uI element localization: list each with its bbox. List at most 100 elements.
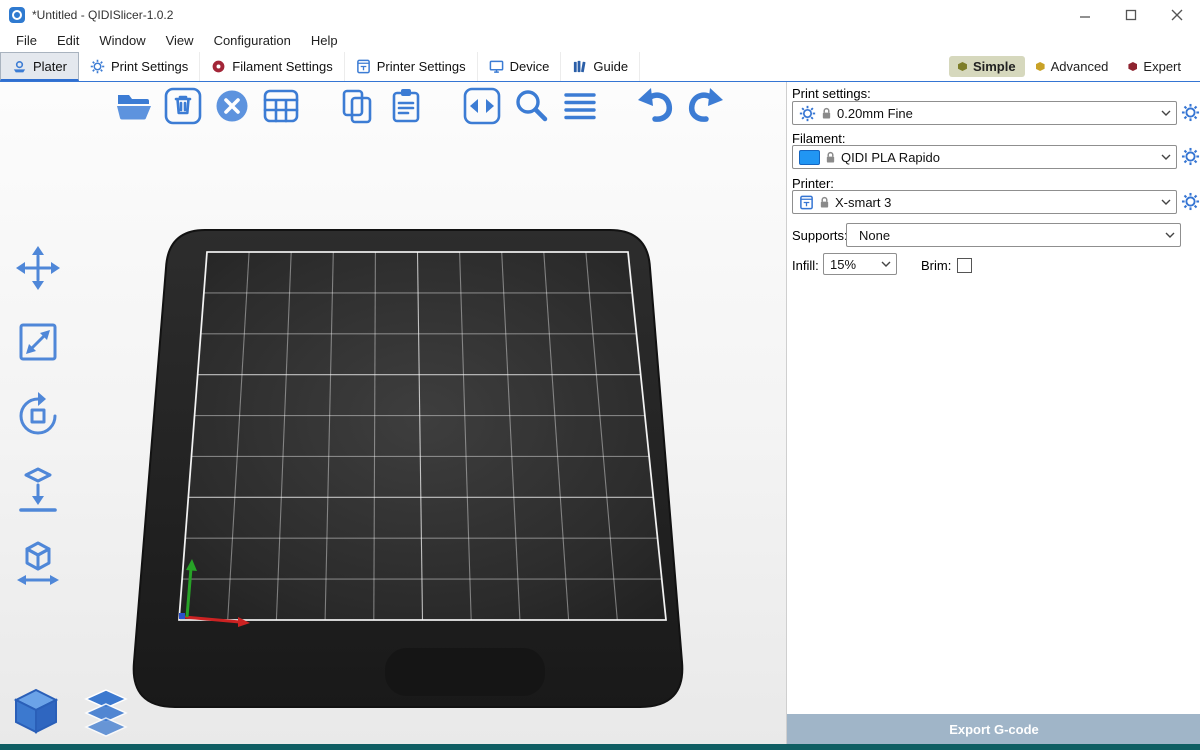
minimize-button[interactable] <box>1062 0 1108 30</box>
filament-value: QIDI PLA Rapido <box>841 150 940 165</box>
split-button[interactable] <box>460 84 504 128</box>
tab-plater-label: Plater <box>33 59 67 74</box>
tab-plater[interactable]: Plater <box>0 52 79 81</box>
measure-icon <box>13 539 63 589</box>
layers-preview-icon <box>80 686 132 738</box>
view-toolbar <box>8 684 134 740</box>
maximize-button[interactable] <box>1108 0 1154 30</box>
guide-book-icon <box>572 59 587 74</box>
filament-color-swatch <box>799 150 820 165</box>
tab-guide-label: Guide <box>593 59 628 74</box>
filament-gear-button[interactable] <box>1181 147 1200 166</box>
redo-arrow-icon <box>685 86 725 126</box>
mode-switcher: Simple Advanced Expert <box>949 52 1200 81</box>
close-icon <box>1171 9 1183 21</box>
tab-printer-settings[interactable]: Printer Settings <box>345 52 478 81</box>
print-bed <box>0 82 786 744</box>
filament-label: Filament: <box>792 131 845 146</box>
printer-icon <box>356 59 371 74</box>
infill-label: Infill: <box>792 258 819 273</box>
mode-advanced[interactable]: Advanced <box>1027 56 1118 77</box>
search-button[interactable] <box>509 84 553 128</box>
window-controls <box>1062 0 1200 30</box>
chevron-down-icon <box>1157 147 1175 167</box>
print-settings-combo[interactable]: 0.20mm Fine <box>792 101 1177 125</box>
printer-value: X-smart 3 <box>835 195 891 210</box>
window-title: *Untitled - QIDISlicer-1.0.2 <box>32 8 173 22</box>
filament-spool-icon <box>211 59 226 74</box>
open-button[interactable] <box>112 84 156 128</box>
move-gizmo-button[interactable] <box>12 242 64 294</box>
tab-print-settings-label: Print Settings <box>111 59 188 74</box>
tab-printer-settings-label: Printer Settings <box>377 59 466 74</box>
layer-lines-icon <box>560 86 600 126</box>
menu-window[interactable]: Window <box>89 30 155 52</box>
3d-viewport[interactable] <box>0 82 786 744</box>
filament-combo[interactable]: QIDI PLA Rapido <box>792 145 1177 169</box>
advanced-mode-dot-icon <box>1036 62 1045 71</box>
gear-icon <box>90 59 105 74</box>
printer-gear-button[interactable] <box>1181 192 1200 211</box>
cube-3d-view-icon <box>10 686 62 738</box>
menu-configuration[interactable]: Configuration <box>204 30 301 52</box>
mode-expert-label: Expert <box>1143 59 1181 74</box>
tab-filament-settings[interactable]: Filament Settings <box>200 52 344 81</box>
mode-expert[interactable]: Expert <box>1119 56 1190 77</box>
tab-print-settings[interactable]: Print Settings <box>79 52 200 81</box>
tab-device[interactable]: Device <box>478 52 562 81</box>
mode-simple[interactable]: Simple <box>949 56 1025 77</box>
gear-icon <box>799 105 816 122</box>
trash-icon <box>163 86 203 126</box>
device-monitor-icon <box>489 59 504 74</box>
export-gcode-button[interactable]: Export G-code <box>787 714 1200 744</box>
tab-bar: Plater Print Settings Filament Settings … <box>0 52 1200 82</box>
scale-gizmo-button[interactable] <box>12 316 64 368</box>
open-folder-icon <box>114 86 154 126</box>
redo-button[interactable] <box>683 84 727 128</box>
chevron-down-icon <box>1157 192 1175 212</box>
chevron-down-icon <box>1161 225 1179 245</box>
variable-layer-height-button[interactable] <box>558 84 602 128</box>
undo-arrow-icon <box>636 86 676 126</box>
menu-view[interactable]: View <box>156 30 204 52</box>
close-button[interactable] <box>1154 0 1200 30</box>
menu-file[interactable]: File <box>6 30 47 52</box>
copy-button[interactable] <box>335 84 379 128</box>
lock-icon <box>819 196 830 209</box>
copy-icon <box>337 86 377 126</box>
scale-icon <box>13 317 63 367</box>
mode-simple-label: Simple <box>973 59 1016 74</box>
app-logo-icon <box>9 7 25 23</box>
infill-combo[interactable]: 15% <box>823 253 897 275</box>
arrange-grid-icon <box>261 86 301 126</box>
lock-icon <box>825 151 836 164</box>
paste-button[interactable] <box>384 84 428 128</box>
delete-all-icon <box>212 86 252 126</box>
printer-icon <box>799 195 814 210</box>
menu-edit[interactable]: Edit <box>47 30 89 52</box>
delete-all-button[interactable] <box>210 84 254 128</box>
title-bar: *Untitled - QIDISlicer-1.0.2 <box>0 0 1200 30</box>
print-settings-gear-button[interactable] <box>1181 103 1200 122</box>
brim-checkbox[interactable] <box>957 258 972 273</box>
print-settings-value: 0.20mm Fine <box>837 106 913 121</box>
arrange-button[interactable] <box>259 84 303 128</box>
object-toolbar <box>112 84 727 128</box>
print-settings-label: Print settings: <box>792 86 871 101</box>
tab-guide[interactable]: Guide <box>561 52 640 81</box>
status-bar <box>0 744 1200 750</box>
delete-button[interactable] <box>161 84 205 128</box>
undo-button[interactable] <box>634 84 678 128</box>
place-on-face-gizmo-button[interactable] <box>12 464 64 516</box>
lock-icon <box>821 107 832 120</box>
measure-gizmo-button[interactable] <box>12 538 64 590</box>
menu-help[interactable]: Help <box>301 30 348 52</box>
printer-combo[interactable]: X-smart 3 <box>792 190 1177 214</box>
preview-layers-view-button[interactable] <box>78 684 134 740</box>
rotate-gizmo-button[interactable] <box>12 390 64 442</box>
chevron-down-icon <box>877 255 895 273</box>
simple-mode-dot-icon <box>958 62 967 71</box>
3d-editor-view-button[interactable] <box>8 684 64 740</box>
supports-combo[interactable]: None <box>846 223 1181 247</box>
paste-clipboard-icon <box>386 86 426 126</box>
